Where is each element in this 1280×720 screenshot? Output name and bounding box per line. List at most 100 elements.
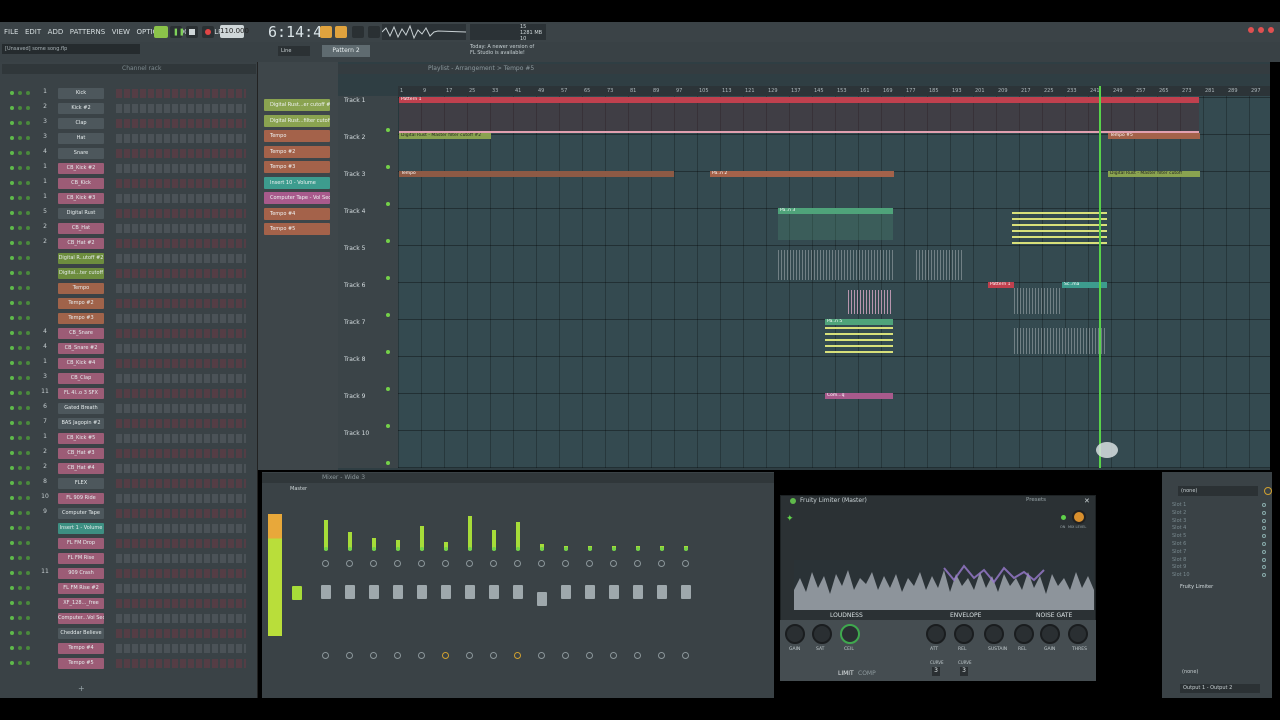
- mute-led-icon[interactable]: [10, 346, 14, 350]
- insert-pan-knob[interactable]: [634, 560, 641, 567]
- insert-pan-knob[interactable]: [610, 560, 617, 567]
- track-enable-icon[interactable]: [386, 165, 390, 169]
- insert-volume-fader[interactable]: [321, 585, 331, 599]
- step-sequencer[interactable]: [116, 449, 246, 458]
- solo-led-icon[interactable]: [18, 646, 22, 650]
- select-led-icon[interactable]: [26, 661, 30, 665]
- channel-row[interactable]: 3 Clap: [0, 116, 258, 131]
- channel-row[interactable]: 1 CB_Kick #2: [0, 161, 258, 176]
- channel-row[interactable]: 2 CB_Hat #4: [0, 461, 258, 476]
- step-sequencer[interactable]: [116, 284, 246, 293]
- channel-row[interactable]: 4 CB_Snare: [0, 326, 258, 341]
- step-sequencer[interactable]: [116, 464, 246, 473]
- track-enable-icon[interactable]: [386, 313, 390, 317]
- solo-led-icon[interactable]: [18, 151, 22, 155]
- news-panel[interactable]: Today: A newer version of FL Studio is a…: [470, 44, 534, 56]
- step-sequencer[interactable]: [116, 494, 246, 503]
- select-led-icon[interactable]: [26, 466, 30, 470]
- channel-mixer-track[interactable]: 2: [40, 463, 50, 470]
- insert-volume-fader[interactable]: [393, 585, 403, 599]
- channel-row[interactable]: FL FM Drop: [0, 536, 258, 551]
- insert-bottom-selector[interactable]: (none): [1182, 669, 1198, 675]
- mute-led-icon[interactable]: [10, 226, 14, 230]
- limiter-knob[interactable]: [812, 624, 832, 644]
- channel-row[interactable]: 1 Kick: [0, 86, 258, 101]
- plugin-gear-icon[interactable]: [790, 498, 796, 504]
- clip-tempo[interactable]: Tempo: [399, 171, 674, 177]
- track-enable-icon[interactable]: [386, 461, 390, 465]
- insert-volume-fader[interactable]: [537, 592, 547, 606]
- track-enable-icon[interactable]: [386, 202, 390, 206]
- wait-input-button[interactable]: [335, 26, 347, 38]
- insert-route-icon[interactable]: [466, 652, 473, 659]
- limiter-close-icon[interactable]: ✕: [1084, 497, 1090, 505]
- channel-mixer-track[interactable]: 1: [40, 88, 50, 95]
- channel-name-button[interactable]: CB_Kick #2: [58, 163, 104, 174]
- channel-name-button[interactable]: Tempo #3: [58, 313, 104, 324]
- mute-led-icon[interactable]: [10, 526, 14, 530]
- select-led-icon[interactable]: [26, 601, 30, 605]
- mixer-insert-meter[interactable]: [412, 490, 432, 550]
- insert-pan-knob[interactable]: [394, 560, 401, 567]
- solo-led-icon[interactable]: [18, 451, 22, 455]
- select-led-icon[interactable]: [26, 151, 30, 155]
- insert-enable-icon[interactable]: [612, 547, 616, 551]
- mute-led-icon[interactable]: [10, 421, 14, 425]
- power-icon[interactable]: [1264, 487, 1272, 495]
- insert-volume-fader[interactable]: [417, 585, 427, 599]
- clip-pattern-1-b[interactable]: Pattern 1: [988, 282, 1014, 288]
- select-led-icon[interactable]: [26, 481, 30, 485]
- channel-mixer-track[interactable]: 10: [40, 493, 50, 500]
- solo-led-icon[interactable]: [18, 106, 22, 110]
- clip-pan-2[interactable]: Pa..n 2: [710, 171, 894, 177]
- insert-pan-knob[interactable]: [586, 560, 593, 567]
- solo-led-icon[interactable]: [18, 121, 22, 125]
- track-label[interactable]: Track 10: [344, 430, 369, 437]
- channel-row[interactable]: 4 Snare: [0, 146, 258, 161]
- solo-led-icon[interactable]: [18, 556, 22, 560]
- channel-row[interactable]: 4 CB_Snare #2: [0, 341, 258, 356]
- maximize-icon[interactable]: [1258, 27, 1264, 33]
- channel-row[interactable]: 5 Digital Rust: [0, 206, 258, 221]
- step-sequencer[interactable]: [116, 134, 246, 143]
- channel-name-button[interactable]: FL 909 Ride: [58, 493, 104, 504]
- channel-row[interactable]: Tempo #3: [0, 311, 258, 326]
- channel-name-button[interactable]: Tempo: [58, 283, 104, 294]
- channel-name-button[interactable]: CB_Snare: [58, 328, 104, 339]
- mute-led-icon[interactable]: [10, 361, 14, 365]
- solo-led-icon[interactable]: [18, 241, 22, 245]
- track-label[interactable]: Track 3: [344, 171, 365, 178]
- step-sequencer[interactable]: [116, 599, 246, 608]
- mute-led-icon[interactable]: [10, 481, 14, 485]
- slot-enable-icon[interactable]: [1262, 549, 1266, 554]
- channel-name-button[interactable]: FLEX: [58, 478, 104, 489]
- step-sequencer[interactable]: [116, 314, 246, 323]
- step-sequencer[interactable]: [116, 194, 246, 203]
- clip-computer-seq[interactable]: Com...q: [825, 393, 893, 399]
- solo-led-icon[interactable]: [18, 616, 22, 620]
- select-led-icon[interactable]: [26, 271, 30, 275]
- picker-item[interactable]: Digital Rust...filter cutoff: [264, 114, 330, 127]
- select-led-icon[interactable]: [26, 421, 30, 425]
- effect-slot[interactable]: Slot 10: [1172, 572, 1190, 578]
- step-sequencer[interactable]: [116, 179, 246, 188]
- record-button[interactable]: [202, 26, 214, 38]
- limiter-knob[interactable]: [926, 624, 946, 644]
- channel-row[interactable]: 10 FL 909 Ride: [0, 491, 258, 506]
- mixer-insert-meter[interactable]: [388, 490, 408, 550]
- solo-led-icon[interactable]: [18, 346, 22, 350]
- mute-led-icon[interactable]: [10, 466, 14, 470]
- insert-route-icon[interactable]: [634, 652, 641, 659]
- solo-led-icon[interactable]: [18, 421, 22, 425]
- channel-row[interactable]: 7 BAS Jagopin #2: [0, 416, 258, 431]
- slot-enable-icon[interactable]: [1262, 557, 1266, 562]
- select-led-icon[interactable]: [26, 616, 30, 620]
- insert-route-icon[interactable]: [682, 652, 689, 659]
- track-enable-icon[interactable]: [386, 350, 390, 354]
- track-label[interactable]: Track 6: [344, 282, 365, 289]
- channel-name-button[interactable]: Cheddar Believe: [58, 628, 104, 639]
- solo-led-icon[interactable]: [18, 166, 22, 170]
- mute-led-icon[interactable]: [10, 121, 14, 125]
- channel-row[interactable]: 3 Hat: [0, 131, 258, 146]
- channel-name-button[interactable]: Kick #2: [58, 103, 104, 114]
